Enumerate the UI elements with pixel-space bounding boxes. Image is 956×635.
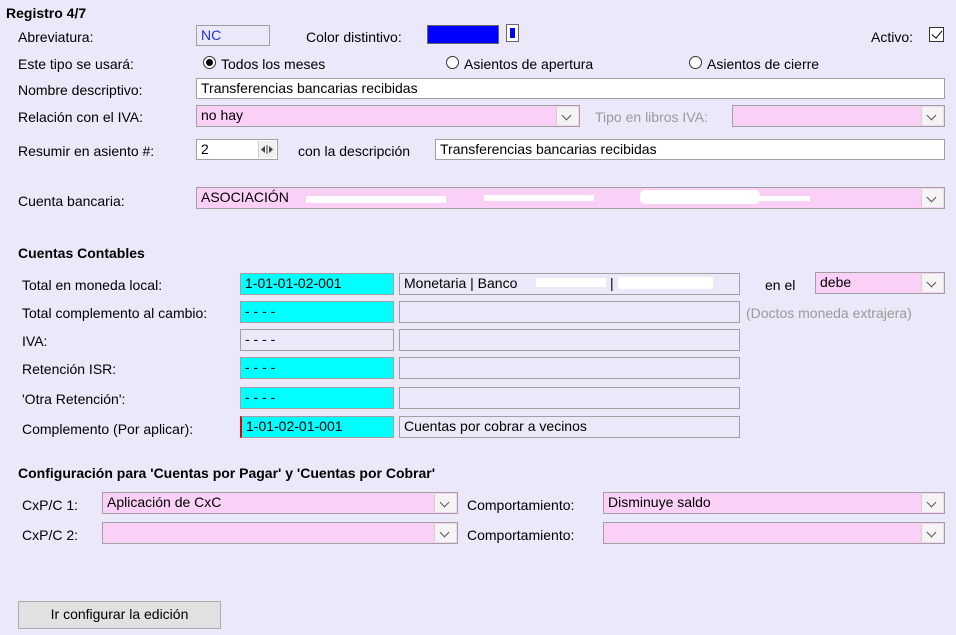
radio-asientos-cierre[interactable] [689,56,702,69]
color-picker-icon [510,28,515,38]
cxp1-value: Aplicación de CxC [107,494,222,510]
cxp1-select[interactable]: Aplicación de CxC [102,492,458,514]
comportamiento1-label: Comportamiento: [467,497,575,513]
cuenta-desc-text: Monetaria | Banco [404,275,518,291]
radio-todos-los-meses-label[interactable]: Todos los meses [221,55,325,73]
cuenta-desc-field [399,387,740,409]
resumir-stepper[interactable]: 2 [196,139,278,160]
redaction-mark [306,196,446,203]
tipo-label: Este tipo se usará: [18,56,134,72]
iva-label: Relación con el IVA: [18,109,144,125]
cuenta-desc-field [399,357,740,379]
chevron-down-icon[interactable] [921,107,943,125]
cxp2-select[interactable] [102,522,458,544]
activo-checkbox[interactable] [929,27,944,42]
debe-haber-select[interactable]: debe [815,272,945,294]
cuenta-row-label: Total complemento al cambio: [22,305,208,321]
cxp-title: Configuración para 'Cuentas por Pagar' y… [18,465,436,481]
cuenta-code-input[interactable]: 1-01-02-01-001 [240,416,394,438]
redaction-mark [618,277,713,289]
cuenta-row-label: IVA: [22,333,48,349]
iva-select-value: no hay [201,107,244,123]
radio-asientos-apertura-label[interactable]: Asientos de apertura [464,55,593,73]
cuenta-desc-separator: | [610,275,614,291]
cuenta-code-input[interactable]: 1-01-01-02-001 [240,273,394,295]
chevron-down-icon[interactable] [556,107,578,125]
cuenta-row-label: Total en moneda local: [22,277,163,293]
spin-arrows-icon[interactable] [258,141,276,158]
comportamiento2-select[interactable] [603,522,945,544]
chevron-down-icon[interactable] [921,494,943,512]
nombre-input[interactable]: Transferencias bancarias recibidas [196,78,945,99]
redaction-mark [536,278,606,287]
debe-haber-value: debe [820,274,852,290]
color-swatch[interactable] [427,25,499,44]
chevron-down-icon[interactable] [921,274,943,292]
cuenta-desc-field [399,301,740,323]
cuenta-desc-field: Monetaria | Banco | [399,273,740,295]
chevron-down-icon[interactable] [434,494,456,512]
chevron-down-icon[interactable] [921,189,943,207]
cuenta-code-input[interactable]: - - - - [240,329,394,351]
cuenta-bancaria-label: Cuenta bancaria: [18,193,125,209]
descripcion-label: con la descripción [298,143,411,159]
page-title: Registro 4/7 [6,5,87,21]
radio-asientos-cierre-label[interactable]: Asientos de cierre [707,55,819,73]
chevron-down-icon[interactable] [921,524,943,542]
en-el-label: en el [765,277,796,293]
comportamiento1-select[interactable]: Disminuye saldo [603,492,945,514]
radio-asientos-apertura[interactable] [446,56,459,69]
cuenta-bancaria-value: ASOCIACIÓN [201,189,289,205]
cuentas-title: Cuentas Contables [18,245,145,261]
radio-todos-los-meses[interactable] [203,56,216,69]
abreviatura-label: Abreviatura: [18,29,94,45]
cuenta-row-label: Complemento (Por aplicar): [22,421,194,437]
redaction-mark [484,195,594,201]
cuenta-desc-field [399,329,740,351]
abreviatura-input[interactable]: NC [196,25,270,46]
resumir-value: 2 [201,141,209,157]
resumir-label: Resumir en asiento #: [18,143,155,159]
chevron-down-icon[interactable] [434,524,456,542]
color-label: Color distintivo: [306,29,402,45]
iva-select[interactable]: no hay [196,105,580,127]
cuenta-row-label: 'Otra Retención': [22,391,126,407]
color-picker-button[interactable] [506,24,519,42]
redaction-mark [740,196,810,201]
cuenta-row-label: Retención ISR: [22,361,117,377]
tipo-iva-select[interactable] [732,105,945,127]
comportamiento2-label: Comportamiento: [467,527,575,543]
cuenta-code-input[interactable]: - - - - [240,357,394,379]
ir-configurar-edicion-button[interactable]: Ir configurar la edición [18,601,221,629]
comportamiento1-value: Disminuye saldo [608,494,711,510]
cuenta-code-input[interactable]: - - - - [240,387,394,409]
tipo-iva-label: Tipo en libros IVA: [595,109,708,125]
activo-label: Activo: [871,29,914,45]
cxp1-label: CxP/C 1: [22,497,79,513]
descripcion-input[interactable]: Transferencias bancarias recibidas [435,139,945,160]
cuenta-code-input[interactable]: - - - - [240,301,394,323]
nombre-label: Nombre descriptivo: [18,82,143,98]
cxp2-label: CxP/C 2: [22,527,79,543]
cuenta-desc-field: Cuentas por cobrar a vecinos [399,416,740,438]
moneda-extranjera-note: (Doctos moneda extrajera) [746,305,912,321]
